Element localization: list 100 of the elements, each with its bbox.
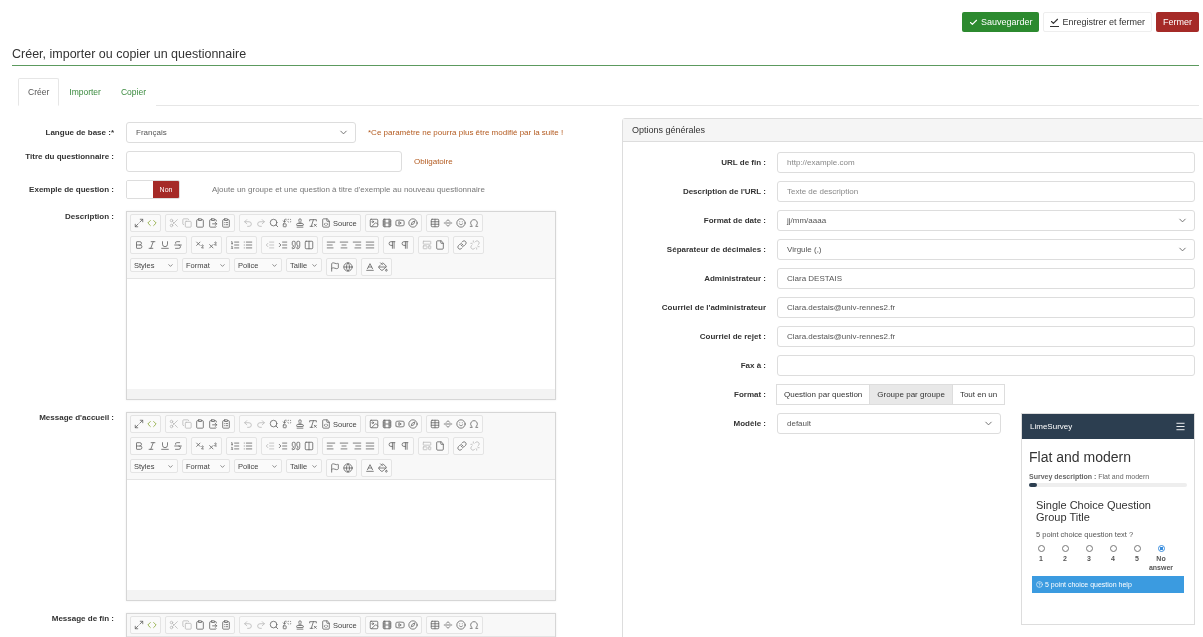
file-code-icon[interactable] [321, 419, 331, 429]
replace-icon[interactable] [282, 218, 292, 228]
code-icon[interactable] [147, 620, 157, 630]
bold-icon[interactable] [134, 441, 144, 451]
align-left-icon[interactable] [326, 441, 336, 451]
paste-list-icon[interactable] [221, 620, 231, 630]
format-option[interactable]: Tout en un [951, 384, 1006, 405]
clear-format-icon[interactable] [308, 218, 318, 228]
align-center-icon[interactable] [339, 441, 349, 451]
strikethrough-icon[interactable] [173, 240, 183, 250]
background-color-icon[interactable] [378, 262, 388, 272]
smiley-icon[interactable] [455, 218, 466, 228]
video-icon[interactable] [394, 218, 405, 228]
copy-icon[interactable] [182, 218, 192, 228]
indent-icon[interactable] [278, 240, 288, 250]
film-icon[interactable] [381, 419, 392, 429]
stamp-icon[interactable] [295, 419, 305, 429]
replace-icon[interactable] [282, 620, 292, 630]
image-icon[interactable] [368, 218, 379, 228]
format-option[interactable]: Question par question [776, 384, 871, 405]
omega-icon[interactable] [468, 620, 479, 630]
dropdown[interactable]: jj/mm/aaaa [777, 210, 1195, 231]
image-icon[interactable] [368, 620, 379, 630]
pilcrow-icon[interactable] [387, 240, 397, 250]
superscript-icon[interactable] [208, 441, 218, 451]
omega-icon[interactable] [468, 218, 479, 228]
strikethrough-icon[interactable] [173, 441, 183, 451]
scissors-icon[interactable] [169, 419, 179, 429]
smiley-icon[interactable] [455, 419, 466, 429]
align-justify-icon[interactable] [365, 441, 375, 451]
film-icon[interactable] [381, 620, 392, 630]
template-icon[interactable] [422, 240, 432, 250]
indent-icon[interactable] [278, 441, 288, 451]
separator-icon[interactable] [442, 419, 453, 429]
align-right-icon[interactable] [352, 441, 362, 451]
text-field[interactable] [777, 355, 1195, 376]
dropdown[interactable]: default [777, 413, 1001, 434]
quote-icon[interactable] [291, 441, 301, 451]
file-code-icon[interactable] [321, 218, 331, 228]
italic-icon[interactable] [147, 441, 157, 451]
clipboard-icon[interactable] [195, 620, 205, 630]
text-field[interactable]: Clara DESTAIS [777, 268, 1195, 289]
stamp-icon[interactable] [295, 218, 305, 228]
compass-icon[interactable] [407, 620, 418, 630]
table-icon[interactable] [429, 419, 440, 429]
maximize-icon[interactable] [134, 620, 144, 630]
text-field[interactable]: Texte de description [777, 181, 1195, 202]
clear-format-icon[interactable] [308, 419, 318, 429]
paste-icon[interactable] [208, 419, 218, 429]
video-icon[interactable] [394, 419, 405, 429]
omega-icon[interactable] [468, 419, 479, 429]
template-icon[interactable] [422, 441, 432, 451]
save-and-close-button[interactable]: Enregistrer et fermer [1043, 12, 1152, 32]
subscript-icon[interactable] [195, 240, 205, 250]
clipboard-icon[interactable] [195, 419, 205, 429]
search-icon[interactable] [269, 620, 279, 630]
replace-icon[interactable] [282, 419, 292, 429]
text-color-icon[interactable] [365, 262, 375, 272]
italic-icon[interactable] [147, 240, 157, 250]
code-icon[interactable] [147, 218, 157, 228]
code-icon[interactable] [147, 419, 157, 429]
flag-icon[interactable] [330, 463, 340, 473]
text-field[interactable]: Clara.destais@univ-rennes2.fr [777, 326, 1195, 347]
copy-icon[interactable] [182, 419, 192, 429]
format-option[interactable]: Groupe par groupe [869, 384, 953, 405]
separator-icon[interactable] [442, 620, 453, 630]
text-field[interactable]: http://example.com [777, 152, 1195, 173]
align-left-icon[interactable] [326, 240, 336, 250]
copy-icon[interactable] [182, 620, 192, 630]
compass-icon[interactable] [407, 419, 418, 429]
smiley-icon[interactable] [455, 620, 466, 630]
file-icon[interactable] [435, 441, 445, 451]
image-icon[interactable] [368, 419, 379, 429]
paste-icon[interactable] [208, 218, 218, 228]
pilcrow-icon[interactable] [387, 441, 397, 451]
dropdown[interactable]: Virgule (,) [777, 239, 1195, 260]
language-dropdown[interactable]: Français [126, 122, 356, 143]
paste-list-icon[interactable] [221, 218, 231, 228]
separator-icon[interactable] [442, 218, 453, 228]
pilcrow-icon[interactable] [400, 240, 410, 250]
bullet-list-icon[interactable] [243, 441, 253, 451]
compass-icon[interactable] [407, 218, 418, 228]
tab[interactable]: Créer [18, 78, 60, 106]
text-field[interactable]: Clara.destais@univ-rennes2.fr [777, 297, 1195, 318]
paste-icon[interactable] [208, 620, 218, 630]
globe-icon[interactable] [343, 463, 353, 473]
link-icon[interactable] [457, 441, 467, 451]
clear-format-icon[interactable] [308, 620, 318, 630]
numbered-list-icon[interactable] [230, 240, 240, 250]
save-button[interactable]: Sauvegarder [961, 12, 1040, 32]
globe-icon[interactable] [343, 262, 353, 272]
pilcrow-icon[interactable] [400, 441, 410, 451]
bullet-list-icon[interactable] [243, 240, 253, 250]
superscript-icon[interactable] [208, 240, 218, 250]
background-color-icon[interactable] [378, 463, 388, 473]
underline-icon[interactable] [160, 441, 170, 451]
scissors-icon[interactable] [169, 620, 179, 630]
paste-list-icon[interactable] [221, 419, 231, 429]
quote-icon[interactable] [291, 240, 301, 250]
table-icon[interactable] [429, 218, 440, 228]
